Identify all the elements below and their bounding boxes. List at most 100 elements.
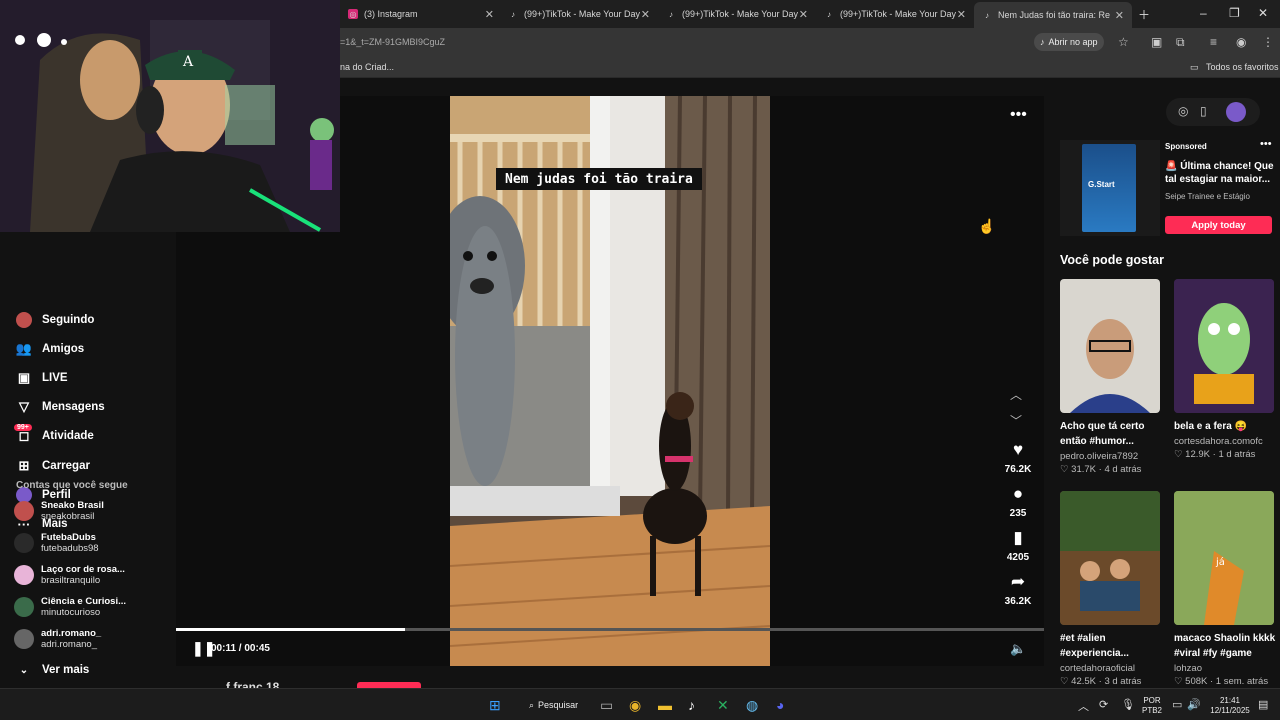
save-button[interactable]: ▮ 4205: [998, 528, 1038, 563]
share-button[interactable]: ➦ 36.2K: [998, 572, 1038, 607]
close-icon[interactable]: ✕: [641, 8, 650, 21]
video-title: bela e a fera 😝: [1174, 421, 1248, 432]
tiktok-icon: ♪: [511, 9, 515, 19]
video-title-line2: então #humor...: [1060, 436, 1134, 447]
media-icon[interactable]: ≡: [1210, 35, 1217, 49]
followed-account[interactable]: FutebaDubs futebadubs98: [14, 529, 99, 557]
bookmark-item[interactable]: na do Criad...: [340, 62, 394, 72]
profile-icon[interactable]: ◉: [1236, 35, 1246, 49]
video-title-line2: #viral #fy #game: [1174, 648, 1252, 659]
new-tab-icon[interactable]: ＋: [1138, 6, 1150, 23]
avatar: [14, 629, 34, 649]
video-player[interactable]: Nem judas foi tão traira: [450, 96, 770, 666]
recommended-video[interactable]: já macaco Shaolin kkkk #viral #fy #game …: [1174, 491, 1276, 687]
extension-icon[interactable]: ▣: [1151, 35, 1162, 49]
see-more-link[interactable]: ⌄ Ver mais: [16, 660, 90, 680]
tab-tiktok-2[interactable]: ♪ (99+)TikTok - Make Your Day ✕: [666, 4, 808, 24]
open-in-app-button[interactable]: ♪ Abrir no app: [1034, 33, 1104, 51]
recommended-video[interactable]: Acho que tá certo então #humor... pedro.…: [1060, 279, 1160, 475]
close-icon[interactable]: ✕: [1115, 9, 1124, 22]
following-avatar-icon: [16, 312, 32, 328]
device-icon[interactable]: ▯: [1200, 104, 1207, 118]
windows-start-icon[interactable]: ⊞: [489, 697, 501, 714]
sidebar-item-activity[interactable]: ◻ 99+ Atividade: [14, 424, 94, 446]
ad-more-icon[interactable]: •••: [1260, 138, 1272, 150]
tiktok-icon: ♪: [827, 9, 831, 19]
comment-button[interactable]: ● 235: [998, 484, 1038, 519]
sidebar-item-messages[interactable]: ▽ Mensagens: [16, 397, 105, 417]
all-favorites-link[interactable]: Todos os favoritos: [1206, 62, 1279, 72]
like-button[interactable]: ♥ 76.2K: [998, 440, 1038, 475]
video-likes: 31.7K: [1071, 464, 1096, 475]
sidebar-item-following[interactable]: Seguindo: [16, 310, 94, 330]
task-view-icon[interactable]: ▭: [600, 697, 613, 714]
sidebar-item-label: Atividade: [42, 430, 94, 442]
thumbnail-forest: [1060, 491, 1160, 625]
followed-account[interactable]: adri.romano_ adri.romano_: [14, 625, 101, 653]
close-icon[interactable]: ✕: [957, 8, 966, 21]
close-icon[interactable]: ✕: [485, 8, 494, 21]
clock-date: 12/11/2025: [1210, 706, 1250, 715]
star-icon[interactable]: ☆: [1118, 35, 1129, 49]
close-icon[interactable]: ✕: [799, 8, 808, 21]
chevron-up-icon[interactable]: ︿: [1010, 386, 1022, 403]
recommended-video[interactable]: #et #alien #experiencia... cortedahoraof…: [1060, 491, 1160, 687]
followed-account[interactable]: Sneako Brasil sneakobrasil: [14, 497, 104, 525]
account-name: Sneako Brasil: [41, 500, 104, 511]
tab-active-video[interactable]: ♪ Nem Judas foi tão traira: Re ✕: [974, 2, 1132, 28]
bookmark-icon: ▮: [1013, 528, 1023, 547]
progress-fill: [176, 628, 406, 631]
menu-icon[interactable]: ⋮: [1262, 35, 1274, 49]
url-field[interactable]: =1&_t=ZM-91GMBI9CguZ: [340, 37, 445, 47]
sidebar-item-upload[interactable]: ⊞ Carregar: [16, 456, 90, 476]
video-likes: 42.5K: [1071, 676, 1096, 687]
ad-image[interactable]: G.Start: [1060, 140, 1160, 236]
progress-bar[interactable]: [176, 628, 1044, 631]
file-explorer-icon[interactable]: ▬: [658, 697, 672, 713]
video-likes: 12.9K: [1185, 449, 1210, 460]
close-window-icon[interactable]: ✕: [1258, 6, 1268, 20]
notifications-icon[interactable]: ▤: [1258, 698, 1268, 711]
maximize-icon[interactable]: ❐: [1229, 6, 1240, 20]
chevron-up-icon[interactable]: ︿: [1078, 698, 1089, 714]
ad-title[interactable]: 🚨 Última chance! Que tal estagiar na mai…: [1165, 160, 1275, 186]
sidebar-item-live[interactable]: ▣ LIVE: [16, 368, 68, 388]
tab-tiktok-1[interactable]: ♪ (99+)TikTok - Make Your Day ✕: [508, 4, 650, 24]
heart-outline-icon: ♡: [1174, 676, 1186, 687]
tab-tiktok-3[interactable]: ♪ (99+)TikTok - Make Your Day ✕: [824, 4, 966, 24]
chrome-icon[interactable]: ◉: [629, 697, 641, 714]
minimize-icon[interactable]: –: [1200, 6, 1207, 20]
volume-icon[interactable]: 🔊: [1187, 698, 1201, 711]
sidebar-item-friends[interactable]: 👥 Amigos: [16, 339, 84, 359]
video-title: macaco Shaolin kkkk: [1174, 633, 1276, 644]
video-thumbnail: [1174, 279, 1274, 413]
heart-outline-icon: ♡: [1060, 464, 1072, 475]
monitor-icon[interactable]: ▭: [1172, 698, 1182, 711]
messages-icon: ▽: [19, 399, 29, 414]
steam-icon[interactable]: ◍: [746, 697, 758, 714]
coins-icon[interactable]: ◎: [1178, 104, 1188, 118]
volume-icon[interactable]: 🔈: [1010, 641, 1026, 657]
video-author: pedro.oliveira7892: [1060, 451, 1139, 462]
followed-account[interactable]: Ciência e Curiosi... minutocurioso: [14, 593, 126, 621]
microphone-icon[interactable]: 🎙: [1121, 698, 1135, 711]
recommended-video[interactable]: bela e a fera 😝 cortesdahora.comofc ♡ 12…: [1174, 279, 1274, 460]
tiktok-app-icon[interactable]: ♪: [688, 697, 695, 713]
video-age: 3 d atrás: [1104, 676, 1142, 687]
excel-icon[interactable]: ✕: [717, 697, 729, 714]
language-indicator[interactable]: POR PTB2: [1140, 696, 1164, 716]
tab-instagram[interactable]: ◎ (3) Instagram ✕: [348, 4, 494, 24]
followed-account[interactable]: Laço cor de rosa... brasiltranquilo: [14, 561, 125, 589]
more-options-icon[interactable]: •••: [1010, 106, 1027, 124]
account-name: FutebaDubs: [41, 532, 96, 543]
puzzle-icon[interactable]: ⧉: [1176, 35, 1185, 50]
taskbar-search[interactable]: ⌕ Pesquisar: [521, 695, 586, 715]
right-toolbar: ◎ ▯: [1166, 98, 1260, 126]
chevron-down-icon[interactable]: ﹀: [1010, 412, 1022, 429]
discord-icon[interactable]: ◕: [776, 697, 784, 713]
clock[interactable]: 21:41 12/11/2025: [1204, 696, 1256, 716]
webcam-overlay: A: [0, 0, 340, 232]
sync-icon[interactable]: ⟳: [1099, 698, 1108, 711]
apply-today-button[interactable]: Apply today: [1165, 216, 1272, 234]
profile-avatar-icon[interactable]: [1226, 102, 1246, 122]
